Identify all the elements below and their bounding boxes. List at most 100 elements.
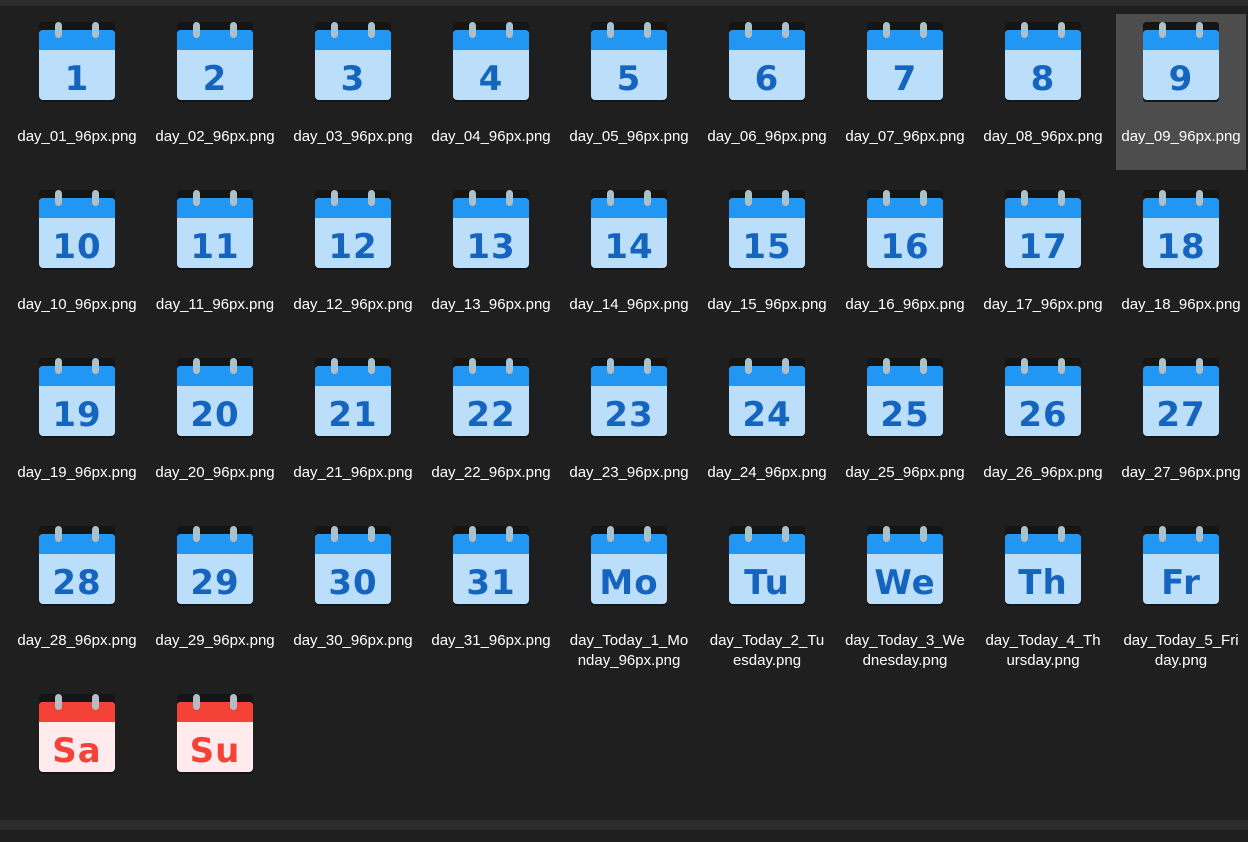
file-item[interactable]: 15 day_15_96px.png [702,182,832,338]
calendar-icon: 11 [177,190,253,270]
file-item[interactable]: 18 day_18_96px.png [1116,182,1246,338]
file-thumbnail: 3 [315,22,391,102]
file-item[interactable]: 31 day_31_96px.png [426,518,556,674]
calendar-day-label: 1 [64,59,90,99]
file-thumbnail: 29 [177,526,253,606]
calendar-day-label: 14 [604,227,654,267]
calendar-day-label: 23 [604,395,654,435]
calendar-day-label: 30 [328,563,378,603]
file-name-label: day_31_96px.png [431,632,551,649]
file-thumbnail: 25 [867,358,943,438]
calendar-day-label: 20 [190,395,240,435]
file-name-label: day_Today_3_Wednesday.png [845,632,965,669]
calendar-icon: 21 [315,358,391,438]
file-item[interactable]: 19 day_19_96px.png [12,350,142,506]
file-name-label: day_20_96px.png [155,464,275,481]
calendar-icon: 3 [315,22,391,102]
calendar-day-label: 16 [880,227,930,267]
file-name-label: day_25_96px.png [845,464,965,481]
file-thumbnail: 27 [1143,358,1219,438]
file-name-label: day_Today_1_Monday_96px.png [569,632,689,669]
calendar-icon: 31 [453,526,529,606]
file-thumbnail: Su [177,694,253,774]
file-thumbnail: Fr [1143,526,1219,606]
calendar-icon: 9 [1143,22,1219,102]
file-name-label: day_18_96px.png [1121,296,1241,313]
file-item[interactable]: 13 day_13_96px.png [426,182,556,338]
calendar-icon: Mo [591,526,667,606]
status-bar [0,820,1248,830]
file-thumbnail: Sa [39,694,115,774]
calendar-day-label: 27 [1156,395,1206,435]
calendar-day-label: 3 [340,59,366,99]
file-item[interactable]: 4 day_04_96px.png [426,14,556,170]
file-item[interactable]: Su [150,686,280,842]
calendar-icon: 25 [867,358,943,438]
file-name-label: day_30_96px.png [293,632,413,649]
calendar-icon: 6 [729,22,805,102]
file-item[interactable]: Sa [12,686,142,842]
file-name-label: day_Today_4_Thursday.png [985,632,1101,669]
file-item[interactable]: 11 day_11_96px.png [150,182,280,338]
file-item[interactable]: 27 day_27_96px.png [1116,350,1246,506]
file-item[interactable]: 7 day_07_96px.png [840,14,970,170]
file-icon-view[interactable]: 1 day_01_96px.png 2 day_02_96px.png 3 day_03_… [0,6,1248,820]
file-item[interactable]: 21 day_21_96px.png [288,350,418,506]
file-item[interactable]: 28 day_28_96px.png [12,518,142,674]
file-item[interactable]: 2 day_02_96px.png [150,14,280,170]
calendar-icon: 27 [1143,358,1219,438]
calendar-icon: 15 [729,190,805,270]
file-item[interactable]: 24 day_24_96px.png [702,350,832,506]
calendar-day-label: Sa [52,731,102,771]
calendar-icon: 16 [867,190,943,270]
file-thumbnail: Mo [591,526,667,606]
file-name-label: day_24_96px.png [707,464,827,481]
calendar-icon: 23 [591,358,667,438]
file-item[interactable]: Fr day_Today_5_Friday.png [1116,518,1246,674]
file-item[interactable]: 3 day_03_96px.png [288,14,418,170]
file-item[interactable]: 25 day_25_96px.png [840,350,970,506]
file-item[interactable]: 10 day_10_96px.png [12,182,142,338]
calendar-day-label: 9 [1168,59,1194,99]
file-item[interactable]: 20 day_20_96px.png [150,350,280,506]
file-item[interactable]: 5 day_05_96px.png [564,14,694,170]
file-item[interactable]: 1 day_01_96px.png [12,14,142,170]
file-thumbnail: 12 [315,190,391,270]
file-thumbnail: 15 [729,190,805,270]
file-name-label: day_09_96px.png [1121,128,1241,145]
file-item[interactable]: 9 day_09_96px.png [1116,14,1246,170]
file-item[interactable]: 17 day_17_96px.png [978,182,1108,338]
file-item[interactable]: We day_Today_3_Wednesday.png [840,518,970,674]
file-thumbnail: Tu [729,526,805,606]
calendar-day-label: 24 [742,395,792,435]
calendar-icon: 1 [39,22,115,102]
file-name-label: day_12_96px.png [293,296,413,313]
calendar-icon: 10 [39,190,115,270]
file-thumbnail: 14 [591,190,667,270]
file-item[interactable]: 8 day_08_96px.png [978,14,1108,170]
file-thumbnail: We [867,526,943,606]
file-item[interactable]: Mo day_Today_1_Monday_96px.png [564,518,694,674]
calendar-icon: 20 [177,358,253,438]
file-item[interactable]: 26 day_26_96px.png [978,350,1108,506]
file-item[interactable]: 22 day_22_96px.png [426,350,556,506]
calendar-icon: 7 [867,22,943,102]
file-item[interactable]: 14 day_14_96px.png [564,182,694,338]
file-item[interactable]: 6 day_06_96px.png [702,14,832,170]
file-thumbnail: 22 [453,358,529,438]
file-thumbnail: 9 [1143,22,1219,102]
file-item[interactable]: Th day_Today_4_Thursday.png [978,518,1108,674]
file-name-label: day_28_96px.png [17,632,137,649]
file-name-label: day_Today_2_Tuesday.png [709,632,825,669]
file-item[interactable]: Tu day_Today_2_Tuesday.png [702,518,832,674]
file-item[interactable]: 12 day_12_96px.png [288,182,418,338]
file-item[interactable]: 23 day_23_96px.png [564,350,694,506]
file-thumbnail: 13 [453,190,529,270]
file-item[interactable]: 16 day_16_96px.png [840,182,970,338]
file-thumbnail: 6 [729,22,805,102]
calendar-icon: Tu [729,526,805,606]
file-name-label: day_17_96px.png [983,296,1103,313]
file-item[interactable]: 30 day_30_96px.png [288,518,418,674]
file-item[interactable]: 29 day_29_96px.png [150,518,280,674]
file-name-label: day_27_96px.png [1121,464,1241,481]
